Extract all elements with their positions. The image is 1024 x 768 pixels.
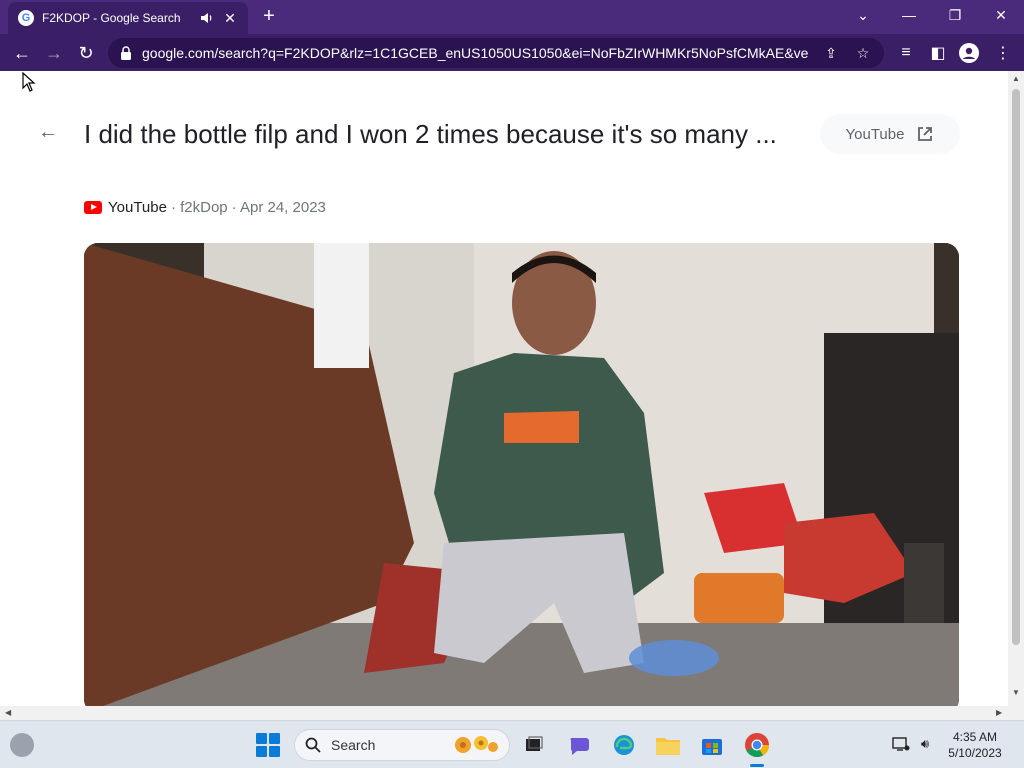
tab-title: F2KDOP - Google Search (42, 11, 181, 25)
media-controls-icon[interactable]: ≡ (895, 42, 917, 64)
start-tile (269, 746, 280, 757)
task-view-icon[interactable] (520, 731, 548, 759)
scroll-right-arrow-icon[interactable]: ▶ (996, 708, 1002, 717)
active-app-indicator (750, 764, 764, 767)
back-arrow-icon[interactable]: ← (36, 120, 60, 144)
minimize-icon[interactable]: — (886, 0, 932, 30)
restore-icon[interactable]: ❐ (932, 0, 978, 30)
lock-icon[interactable] (120, 46, 132, 60)
meta-date: · Apr 24, 2023 (231, 199, 326, 216)
video-frame (84, 243, 959, 706)
browser-tab-strip: G F2KDOP - Google Search ✕ + ⌄ — ❐ ✕ (0, 0, 1024, 34)
windows-taskbar: Search 🔊︎ 4:35 AM 5/10/2023 (0, 720, 1024, 768)
reload-icon[interactable]: ↻ (72, 39, 100, 67)
vertical-scroll-thumb[interactable] (1012, 89, 1020, 645)
side-panel-icon[interactable]: ◧ (927, 42, 949, 64)
vertical-scrollbar[interactable]: ▲ ▼ (1008, 71, 1024, 706)
tab-search-chevron-icon[interactable]: ⌄ (840, 0, 886, 30)
edge-browser-icon[interactable] (610, 731, 638, 759)
google-favicon-icon: G (18, 10, 34, 26)
start-tile (256, 733, 267, 744)
taskbar-search-label: Search (331, 737, 376, 753)
external-link-icon (918, 127, 933, 141)
browser-toolbar: ← → ↻ google.com/search?q=F2KDOP&rlz=1C1… (0, 34, 1024, 71)
file-explorer-icon[interactable] (654, 731, 682, 759)
volume-icon[interactable]: 🔊︎ (916, 735, 934, 753)
speaker-icon[interactable] (200, 11, 214, 25)
back-button-icon[interactable]: ← (8, 39, 36, 67)
start-button[interactable] (256, 733, 280, 757)
video-meta: YouTube · f2kDop · Apr 24, 2023 (84, 199, 326, 216)
clock-time: 4:35 AM (952, 730, 998, 744)
source-chip-label: YouTube (845, 125, 905, 143)
weather-widget-icon[interactable] (10, 733, 34, 757)
page-content: ← I did the bottle filp and I won 2 time… (0, 71, 1008, 706)
forward-button-icon[interactable]: → (40, 39, 68, 67)
search-highlight-flowers-icon (455, 736, 498, 753)
close-window-icon[interactable]: ✕ (978, 0, 1024, 30)
share-icon[interactable]: ⇪ (822, 44, 840, 62)
start-tile (256, 746, 267, 757)
network-icon[interactable] (892, 735, 910, 753)
tab-close-icon[interactable]: ✕ (222, 10, 238, 26)
microsoft-store-icon[interactable] (698, 731, 726, 759)
youtube-logo-icon (84, 201, 102, 214)
chat-icon[interactable] (566, 731, 594, 759)
meta-channel: · f2kDop (170, 199, 228, 216)
scroll-down-arrow-icon[interactable]: ▼ (1012, 688, 1020, 698)
search-icon (305, 737, 321, 753)
scroll-left-arrow-icon[interactable]: ◀ (5, 708, 11, 717)
scroll-up-arrow-icon[interactable]: ▲ (1012, 74, 1020, 84)
taskbar-search[interactable]: Search (294, 729, 510, 761)
browser-tab[interactable]: G F2KDOP - Google Search ✕ (8, 2, 248, 34)
video-player[interactable] (84, 243, 959, 706)
mouse-cursor-icon (22, 72, 36, 92)
new-tab-button[interactable]: + (258, 6, 280, 28)
menu-kebab-icon[interactable]: ⋮ (992, 42, 1014, 64)
video-title[interactable]: I did the bottle filp and I won 2 times … (84, 116, 784, 152)
system-clock[interactable]: 4:35 AM 5/10/2023 (940, 729, 1010, 761)
url-text[interactable]: google.com/search?q=F2KDOP&rlz=1C1GCEB_e… (142, 45, 808, 61)
clock-date: 5/10/2023 (948, 746, 1002, 760)
open-in-youtube-button[interactable]: YouTube (820, 114, 960, 154)
chrome-icon[interactable] (743, 731, 771, 759)
horizontal-scrollbar[interactable]: ◀ ▶ (0, 706, 1024, 720)
address-bar[interactable]: google.com/search?q=F2KDOP&rlz=1C1GCEB_e… (108, 38, 884, 68)
meta-source[interactable]: YouTube (108, 199, 167, 216)
bookmark-star-icon[interactable]: ☆ (854, 44, 872, 62)
start-tile (269, 733, 280, 744)
screen: G F2KDOP - Google Search ✕ + ⌄ — ❐ ✕ ← →… (0, 0, 1024, 768)
profile-avatar-icon[interactable] (958, 42, 980, 64)
